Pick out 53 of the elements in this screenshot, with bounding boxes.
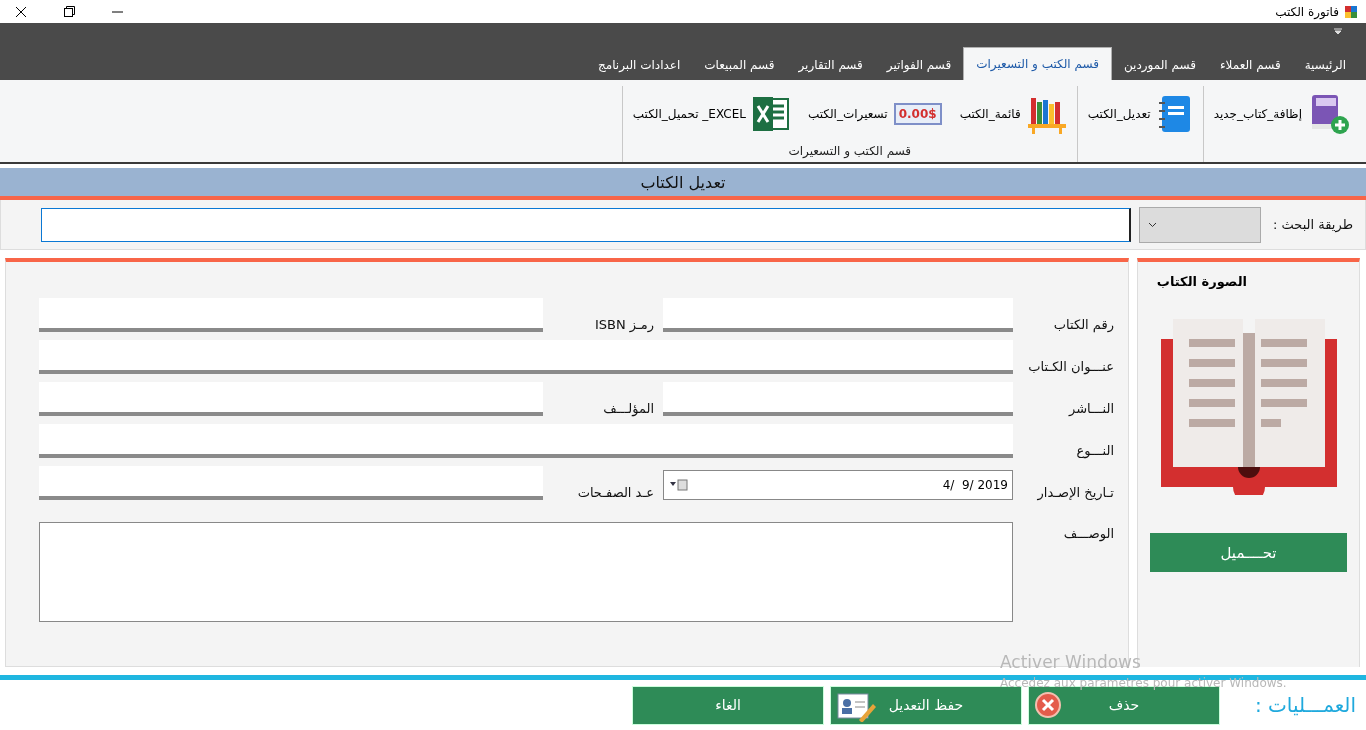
ribbon-tab[interactable]: قسم الفواتير bbox=[874, 50, 964, 80]
field-label: النـــاشر bbox=[1067, 401, 1115, 418]
field-label: رمـز ISBN bbox=[593, 317, 655, 335]
date-picker[interactable]: 4/ 9/ 2019 bbox=[663, 470, 1013, 500]
search-label: طريقة البحث : bbox=[1273, 217, 1353, 232]
ribbon-tab[interactable]: اعدادات البرنامج bbox=[586, 50, 693, 80]
notebook-icon bbox=[1156, 94, 1193, 134]
ribbon-tab[interactable]: قسم الكتب و التسعيرات bbox=[963, 47, 1112, 80]
input-field[interactable] bbox=[39, 298, 543, 332]
spreadsheet-icon bbox=[751, 96, 790, 132]
search-field[interactable] bbox=[41, 207, 1131, 242]
window-title: فاتورة الكتب bbox=[1275, 4, 1339, 19]
field-label: رقم الكتاب bbox=[1052, 317, 1115, 335]
calendar-dropdown-icon bbox=[670, 479, 688, 491]
activation-title: Activer Windows bbox=[1000, 652, 1142, 672]
ribbon-button[interactable]: قائمة_الكتب bbox=[955, 92, 1071, 136]
ribbon-tab[interactable]: قسم التقارير bbox=[786, 50, 875, 80]
ribbon-tab[interactable]: قسم العملاء bbox=[1207, 50, 1293, 80]
field-label: النـــوع bbox=[1075, 443, 1115, 461]
section-title: تعديل الكتاب bbox=[640, 172, 726, 192]
ribbon-tab[interactable]: الرئيسية bbox=[1292, 50, 1358, 80]
close-icon bbox=[15, 5, 27, 18]
restore-icon bbox=[63, 6, 75, 17]
input-field[interactable] bbox=[39, 466, 543, 500]
image-title: الصورة الكتاب bbox=[1156, 274, 1247, 289]
field-label: الوصـــف bbox=[1062, 525, 1115, 544]
ribbon-button[interactable]: تعديل_الكتب bbox=[1083, 92, 1197, 136]
input-field[interactable] bbox=[663, 382, 1013, 416]
operations-label: العمـــليات : bbox=[1253, 693, 1356, 717]
upload-button[interactable]: تحــــميل bbox=[1150, 533, 1347, 572]
description-field[interactable] bbox=[39, 522, 1013, 622]
ribbon-button[interactable]: إظافة_كتاب_جديد bbox=[1209, 91, 1354, 137]
field-label: المؤلـــف bbox=[602, 401, 655, 419]
field-label: عنـــوان الكـتاب bbox=[1027, 359, 1115, 377]
chevron-down-icon bbox=[1148, 221, 1157, 228]
search-type-dropdown[interactable] bbox=[1139, 206, 1261, 243]
minimize-icon bbox=[111, 10, 123, 13]
field-label: عـد الصفـحات bbox=[576, 485, 655, 502]
input-field[interactable] bbox=[39, 340, 1013, 374]
collapse-ribbon-icon bbox=[1334, 27, 1342, 37]
field-label: تـاريخ الإصـدار bbox=[1036, 485, 1115, 503]
ribbon-button[interactable]: EXCEL_ تحميل_الكتب bbox=[628, 94, 794, 134]
edit-card-icon bbox=[837, 691, 877, 722]
group-label: قسم الكتب و التسعيرات bbox=[788, 144, 912, 158]
input-field[interactable] bbox=[663, 298, 1013, 332]
ribbon-tab[interactable]: قسم الموردين bbox=[1111, 50, 1208, 80]
app-icon bbox=[1344, 4, 1358, 19]
action-button[interactable]: الغاء bbox=[632, 685, 824, 725]
input-field[interactable] bbox=[39, 382, 543, 416]
input-field[interactable] bbox=[39, 424, 1013, 458]
price-tag-icon: 0.00$ bbox=[893, 103, 942, 125]
ribbon-tab[interactable]: قسم المبيعات bbox=[692, 50, 787, 80]
close-circle-icon bbox=[1035, 691, 1061, 718]
